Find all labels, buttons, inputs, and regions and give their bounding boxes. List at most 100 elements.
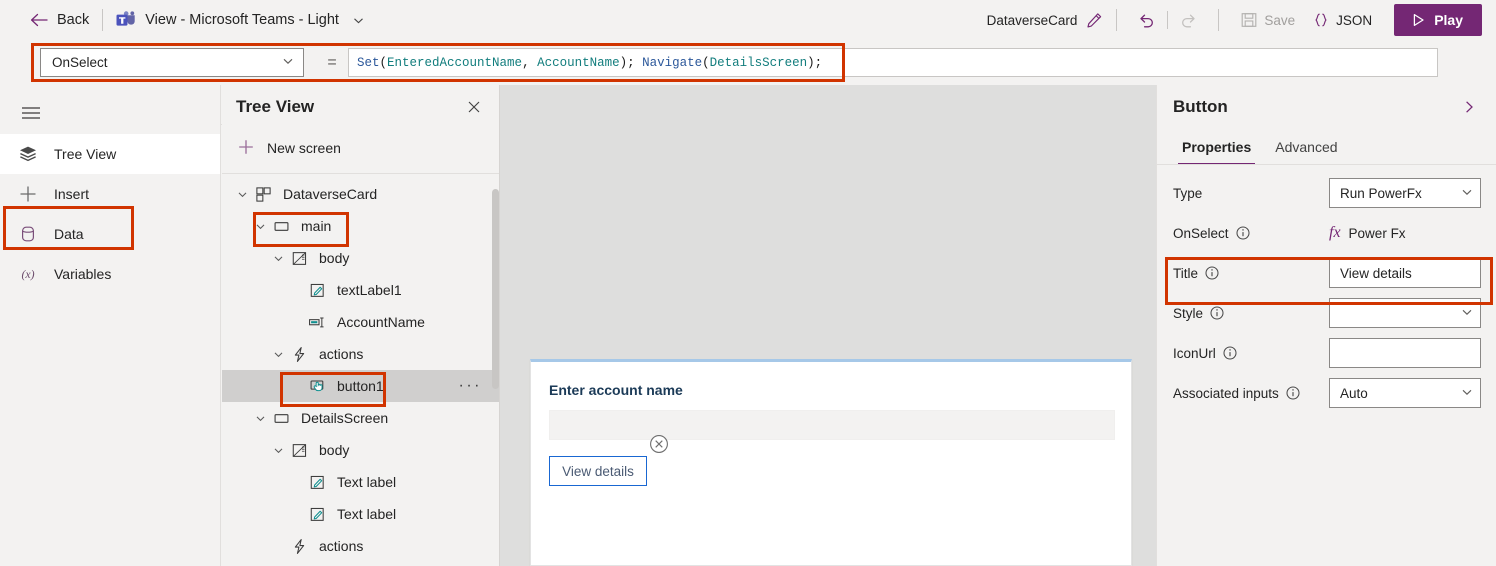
property-select[interactable]: OnSelect bbox=[40, 48, 304, 77]
tree-node[interactable]: body bbox=[222, 242, 499, 274]
tree-view-scrollbar[interactable] bbox=[492, 189, 499, 389]
property-label-text: Associated inputs bbox=[1173, 385, 1279, 401]
chevron-down-icon[interactable] bbox=[268, 252, 288, 265]
redo-button[interactable] bbox=[1172, 4, 1205, 36]
tree-node[interactable]: main bbox=[222, 210, 499, 242]
info-icon[interactable] bbox=[1223, 346, 1237, 360]
formula-input[interactable]: Set(EnteredAccountName, AccountName); Na… bbox=[348, 48, 1438, 77]
formula-token: Navigate bbox=[642, 55, 703, 70]
tree-node-label: DetailsScreen bbox=[301, 410, 389, 426]
card-text-label: Enter account name bbox=[549, 382, 683, 398]
card-account-name-input[interactable] bbox=[549, 410, 1115, 440]
sidebar-item-data[interactable]: Data bbox=[0, 214, 220, 254]
tree-node[interactable]: actions bbox=[222, 338, 499, 370]
property-row-title: Title View details bbox=[1157, 253, 1496, 293]
property-select-style[interactable] bbox=[1329, 298, 1481, 328]
tree-node-label: DataverseCard bbox=[283, 186, 378, 202]
properties-panel: Button Properties Advanced Type Run Power… bbox=[1156, 85, 1496, 566]
property-value-associated-inputs: Auto bbox=[1340, 385, 1368, 401]
property-powerfx-onselect[interactable]: fx Power Fx bbox=[1329, 218, 1481, 248]
property-label-text: Type bbox=[1173, 185, 1203, 201]
formula-token: AccountName bbox=[537, 55, 620, 70]
tab-properties[interactable]: Properties bbox=[1170, 129, 1263, 165]
toolbar-divider-4 bbox=[1218, 9, 1220, 31]
app-name-dropdown[interactable]: View - Microsoft Teams - Light bbox=[116, 11, 365, 29]
info-icon[interactable] bbox=[1286, 386, 1300, 400]
save-button[interactable]: Save bbox=[1232, 4, 1304, 36]
property-label-style: Style bbox=[1173, 306, 1224, 321]
card-view-details-button[interactable]: View details bbox=[549, 456, 647, 486]
info-icon[interactable] bbox=[1205, 266, 1219, 280]
tree-node-label: textLabel1 bbox=[337, 282, 402, 298]
tree-node-label: button1 bbox=[337, 378, 384, 394]
equals-sign: = bbox=[327, 53, 337, 71]
rectangle-icon bbox=[270, 410, 292, 427]
tree-node[interactable]: actions bbox=[222, 530, 499, 562]
chevron-down-icon[interactable] bbox=[232, 188, 252, 201]
formula-token: , bbox=[522, 55, 538, 70]
new-screen-label: New screen bbox=[267, 140, 341, 156]
card-preview[interactable]: Enter account name View details bbox=[530, 359, 1132, 566]
tree-node[interactable]: AccountName bbox=[222, 306, 499, 338]
property-select-associated-inputs[interactable]: Auto bbox=[1329, 378, 1481, 408]
card-button-label: View details bbox=[562, 463, 634, 479]
property-label-associated-inputs: Associated inputs bbox=[1173, 386, 1300, 401]
back-button[interactable]: Back bbox=[30, 3, 89, 37]
text-input-icon bbox=[306, 314, 328, 331]
play-button[interactable]: Play bbox=[1394, 4, 1482, 36]
property-label-type: Type bbox=[1173, 186, 1202, 201]
delete-circle-x-icon[interactable] bbox=[649, 434, 669, 454]
chevron-down-icon[interactable] bbox=[268, 348, 288, 361]
chevron-down-icon bbox=[281, 54, 295, 71]
info-icon[interactable] bbox=[1210, 306, 1224, 320]
play-triangle-icon bbox=[1413, 13, 1424, 27]
tree-view-header: Tree View bbox=[222, 85, 499, 129]
app-name-label: View - Microsoft Teams - Light bbox=[145, 12, 339, 28]
tree-node[interactable]: DataverseCard bbox=[222, 178, 499, 210]
tree-node[interactable]: button1 ··· bbox=[222, 370, 499, 402]
info-icon[interactable] bbox=[1236, 226, 1250, 240]
property-row-type: Type Run PowerFx bbox=[1157, 173, 1496, 213]
plus-icon bbox=[237, 138, 255, 159]
tree-node[interactable]: body bbox=[222, 434, 499, 466]
formula-token: ( bbox=[379, 55, 388, 70]
text-label-icon bbox=[306, 506, 328, 523]
tree-node-label: body bbox=[319, 442, 350, 458]
undo-button[interactable] bbox=[1130, 4, 1163, 36]
formula-token: ( bbox=[702, 55, 710, 70]
toolbar-divider bbox=[102, 9, 104, 31]
property-input-title[interactable]: View details bbox=[1329, 258, 1481, 288]
tree-node[interactable]: textLabel1 bbox=[222, 274, 499, 306]
tree-node[interactable]: Text label bbox=[222, 498, 499, 530]
sidebar-item-tree-view[interactable]: Tree View bbox=[0, 134, 220, 174]
property-select-value: OnSelect bbox=[52, 55, 108, 70]
pencil-edit-icon[interactable] bbox=[1086, 12, 1103, 29]
tree-node-label: main bbox=[301, 218, 332, 234]
tree-node[interactable]: DetailsScreen bbox=[222, 402, 499, 434]
new-screen-button[interactable]: New screen bbox=[222, 129, 499, 167]
sidebar-item-insert[interactable]: Insert bbox=[0, 174, 220, 214]
property-select-type[interactable]: Run PowerFx bbox=[1329, 178, 1481, 208]
lightning-icon bbox=[288, 538, 310, 555]
property-input-iconurl[interactable] bbox=[1329, 338, 1481, 368]
tree-node[interactable]: Text label bbox=[222, 466, 499, 498]
chevron-down-icon[interactable] bbox=[250, 220, 270, 233]
body-container-icon bbox=[288, 250, 310, 267]
tree-node-label: actions bbox=[319, 346, 364, 362]
chevron-right-icon[interactable] bbox=[1458, 96, 1480, 118]
hamburger-menu-icon[interactable] bbox=[14, 98, 48, 128]
chevron-down-icon[interactable] bbox=[268, 444, 288, 457]
tab-properties-label: Properties bbox=[1182, 139, 1252, 155]
close-icon[interactable] bbox=[463, 96, 485, 118]
play-label: Play bbox=[1434, 12, 1463, 28]
sidebar-item-variables[interactable]: (x) Variables bbox=[0, 254, 220, 294]
tree-node-label: Text label bbox=[337, 506, 397, 522]
tab-advanced[interactable]: Advanced bbox=[1263, 129, 1349, 165]
tabs-underline bbox=[1157, 164, 1496, 165]
chevron-down-icon[interactable] bbox=[250, 412, 270, 425]
properties-tabs: Properties Advanced bbox=[1157, 129, 1496, 165]
tree-node-more-options-button[interactable]: ··· bbox=[459, 378, 482, 394]
json-button[interactable]: JSON bbox=[1304, 4, 1381, 36]
property-label-text: Style bbox=[1173, 305, 1204, 321]
chevron-down-icon bbox=[1460, 385, 1474, 402]
